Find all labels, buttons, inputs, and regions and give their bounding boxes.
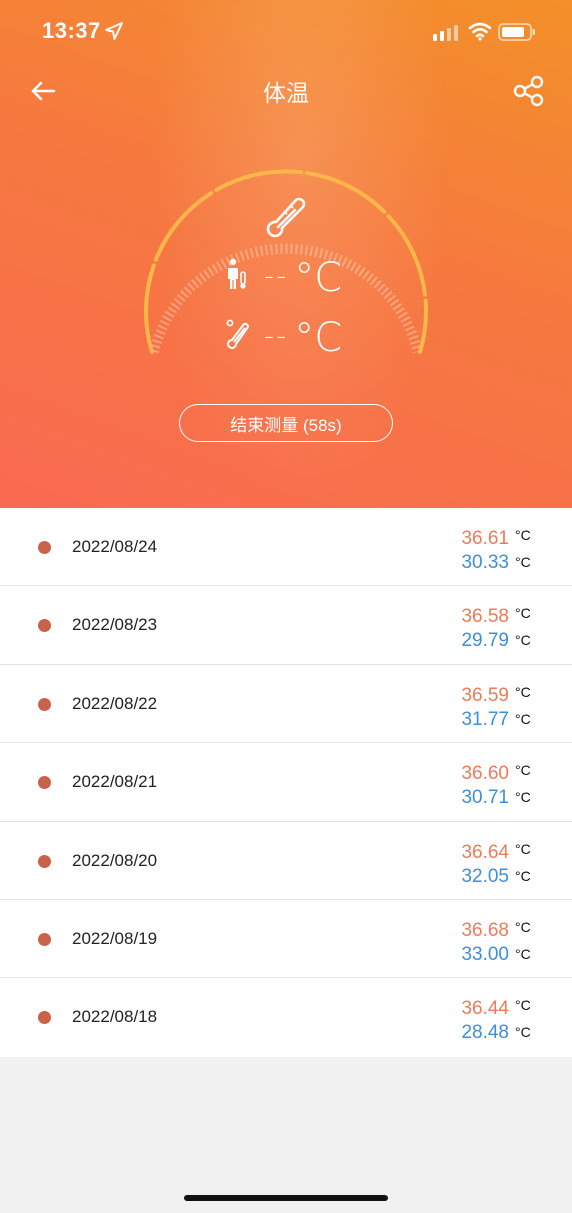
body-temperature-value: 36.61 [461, 528, 509, 549]
record-date: 2022/08/24 [72, 537, 158, 556]
person-icon [228, 258, 246, 289]
surface-temperature-value: 32.05 [461, 865, 509, 887]
list-item[interactable]: 2022/08/18 36.44 °C 28.48 °C [0, 978, 572, 1056]
history-list: 2022/08/24 36.61 °C 30.33 °C 2022/08/23 36.58 °… [0, 508, 572, 1057]
list-item[interactable]: 2022/08/22 36.59 °C 31.77 °C [0, 665, 572, 744]
record-date: 2022/08/23 [72, 615, 158, 635]
surface-temperature-value: 29.79 [461, 630, 509, 652]
surface-temperature-value: 31.77 [461, 708, 509, 730]
list-item[interactable]: 2022/08/20 36.64 °C 32.05 °C [0, 822, 572, 900]
surface-temperature-unit: °C [515, 945, 531, 962]
status-bar: 13:37 [0, 0, 572, 64]
list-item[interactable]: 2022/08/24 36.61 °C 30.33 °C [0, 508, 572, 587]
body-temperature-reading: -- °C [264, 255, 343, 301]
body-temperature-unit: °C [515, 762, 531, 779]
body-temperature-value: 36.58 [461, 606, 509, 628]
end-measurement-button[interactable]: 结束测量 (58s) [179, 404, 393, 442]
surface-temperature-value: 33.00 [461, 943, 509, 965]
body-temperature-value: 36.44 [461, 998, 509, 1020]
record-date: 2022/08/22 [72, 693, 158, 713]
header-panel: 13:37 体温 -- °C -- °C 结束测量 (58s) [0, 0, 572, 508]
status-dot [38, 854, 51, 868]
status-dot [38, 1011, 51, 1025]
body-temperature-value: 36.60 [461, 763, 509, 785]
body-temperature-unit: °C [515, 997, 531, 1014]
list-item[interactable]: 2022/08/23 36.58 °C 29.79 °C [0, 586, 572, 665]
cellular-signal-icon [433, 25, 458, 41]
surface-temperature-value: 30.71 [461, 787, 509, 809]
record-date: 2022/08/19 [72, 928, 158, 948]
record-date: 2022/08/18 [72, 1007, 158, 1027]
status-dot [38, 932, 51, 946]
body-temperature-unit: °C [515, 918, 531, 935]
body-temperature-value: 36.68 [461, 919, 509, 941]
record-date: 2022/08/20 [72, 850, 158, 870]
status-dot [38, 776, 51, 790]
body-temperature-value: 36.59 [461, 684, 509, 706]
home-indicator[interactable] [184, 1195, 388, 1201]
battery-icon [498, 23, 535, 41]
surface-temperature-unit: °C [515, 1024, 531, 1041]
surface-temperature-unit: °C [515, 867, 531, 884]
status-dot [38, 619, 51, 633]
list-item[interactable]: 2022/08/21 36.60 °C 30.71 °C [0, 743, 572, 822]
wifi-icon [468, 22, 492, 41]
probe-temperature-reading: -- °C [264, 315, 343, 361]
status-time: 13:37 [42, 18, 101, 43]
surface-temperature-unit: °C [515, 554, 531, 570]
body-temperature-unit: °C [515, 840, 531, 857]
status-dot [38, 541, 51, 554]
body-temperature-value: 36.64 [461, 841, 509, 863]
probe-thermometer-icon [226, 319, 249, 349]
page-title: 体温 [263, 80, 309, 106]
surface-temperature-unit: °C [515, 632, 531, 649]
list-item[interactable]: 2022/08/19 36.68 °C 33.00 °C [0, 900, 572, 979]
surface-temperature-unit: °C [515, 710, 531, 727]
thermometer-icon [266, 197, 306, 238]
surface-temperature-unit: °C [515, 789, 531, 806]
status-dot [38, 697, 51, 711]
share-icon[interactable] [512, 74, 546, 108]
body-temperature-unit: °C [515, 683, 531, 700]
location-arrow-icon [105, 22, 123, 40]
body-temperature-unit: °C [515, 527, 531, 543]
surface-temperature-value: 30.33 [461, 552, 509, 573]
surface-temperature-value: 28.48 [461, 1022, 509, 1044]
record-date: 2022/08/21 [72, 772, 158, 792]
body-temperature-unit: °C [515, 605, 531, 622]
